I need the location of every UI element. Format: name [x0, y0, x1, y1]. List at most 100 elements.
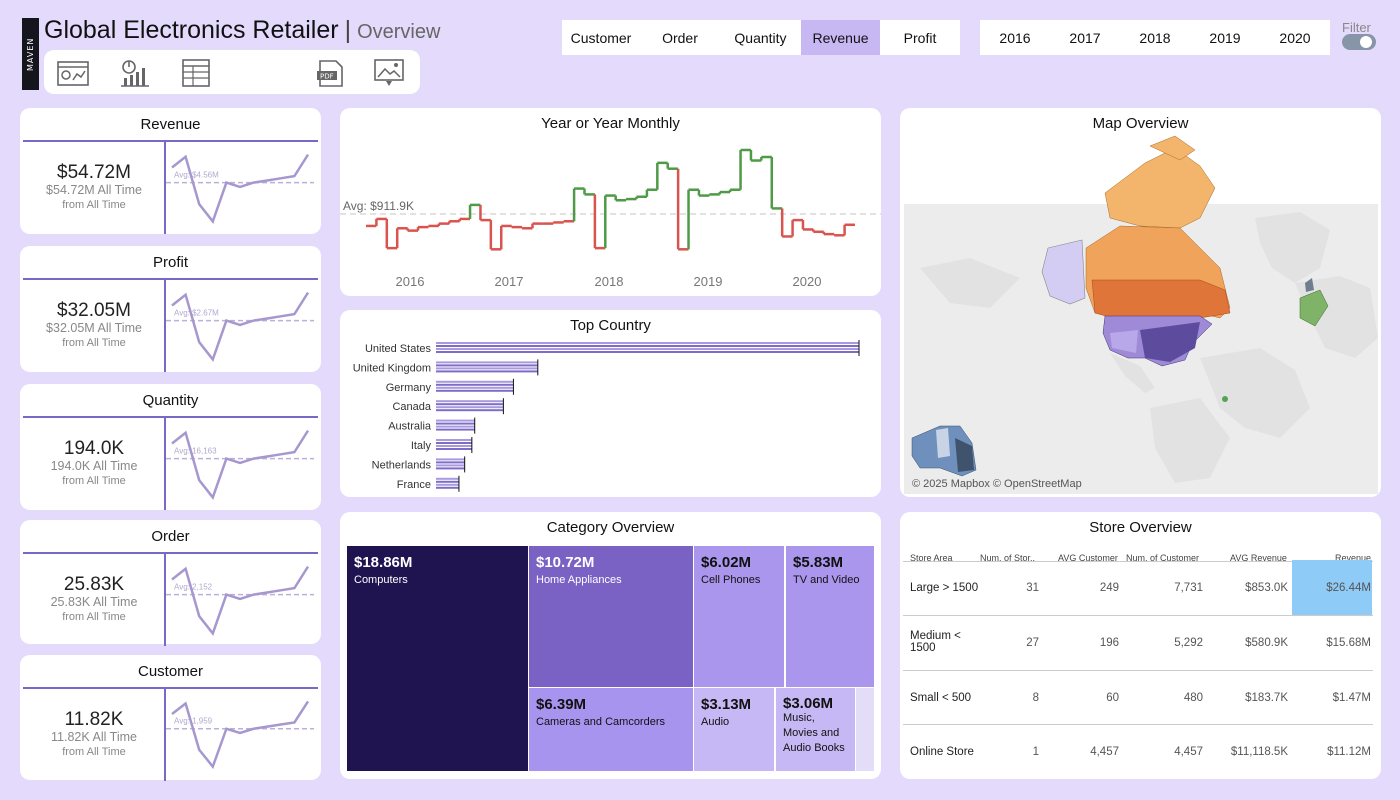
category-tile-cell-phones[interactable]: $6.02M Cell Phones: [694, 546, 784, 687]
pdf-download-icon[interactable]: PDF: [314, 58, 348, 88]
filter-toggle[interactable]: [1342, 34, 1376, 50]
top-country-panel: Top Country United States United Kingdom G…: [340, 310, 881, 497]
year-option-2020[interactable]: 2020: [1260, 20, 1330, 55]
table-report-icon[interactable]: [179, 58, 213, 88]
analytics-icon[interactable]: [118, 58, 152, 88]
category-title: Category Overview: [546, 519, 675, 536]
kpi-from: from All Time: [62, 199, 126, 211]
title-separator: |: [344, 16, 352, 44]
category-label: Canada: [392, 401, 431, 413]
category-value: $3.06M: [783, 695, 834, 712]
table-cell: $11.12M: [1327, 746, 1371, 758]
category-tile-home-appliances[interactable]: $10.72M Home Appliances: [529, 546, 693, 687]
table-cell: $853.0K: [1245, 582, 1288, 594]
category-tile-cameras[interactable]: $6.39M Cameras and Camcorders: [529, 688, 693, 771]
category-value: $6.02M: [701, 554, 752, 571]
category-tile-computers[interactable]: $18.86M Computers: [347, 546, 528, 771]
map-panel: Map Overview © 2025 Mapbox © OpenStreetM…: [900, 108, 1381, 497]
sparkline-path: [171, 291, 310, 362]
sparkline-path: [171, 153, 310, 224]
kpi-from: from All Time: [62, 746, 126, 758]
metric-option-revenue[interactable]: Revenue: [801, 20, 880, 55]
category-tile-music-movies[interactable]: $3.06M Music, Movies and Audio Books: [776, 688, 855, 771]
dashboard-icon[interactable]: [56, 58, 90, 88]
category-value: $10.72M: [536, 554, 595, 571]
kpi-value: $54.72M: [57, 162, 131, 183]
bar-stripe: [436, 380, 514, 383]
map-region-canada-north: [1104, 147, 1216, 229]
category-tile-audio[interactable]: $3.13M Audio: [694, 688, 774, 771]
bar-united-states: [436, 340, 860, 356]
bar-stripe: [436, 386, 514, 389]
bar-netherlands: [436, 456, 466, 473]
bar-stripe: [436, 442, 472, 444]
bar-stripe: [436, 370, 538, 373]
kpi-value: 25.83K: [63, 574, 125, 595]
category-value: $6.39M: [536, 696, 587, 713]
bar-stripe: [436, 445, 472, 447]
bar-stripe: [436, 477, 459, 480]
kpi-sparkline: Avg: 16,163: [166, 429, 314, 500]
table-cell: 4,457: [1174, 746, 1203, 758]
table-cell: Online Store: [910, 746, 974, 758]
year-option-2017[interactable]: 2017: [1050, 20, 1120, 55]
row-divider: [903, 724, 1373, 725]
year-option-2016[interactable]: 2016: [980, 20, 1050, 55]
avg-label: Avg: 1,959: [174, 717, 213, 726]
table-cell: 4,457: [1090, 746, 1119, 758]
metric-option-quantity[interactable]: Quantity: [720, 20, 801, 55]
bar-stripe: [436, 464, 465, 467]
kpi-title: Profit: [152, 254, 188, 271]
metric-option-profit[interactable]: Profit: [880, 20, 960, 55]
category-tile-tv-video[interactable]: $5.83M TV and Video: [786, 546, 874, 687]
image-download-icon[interactable]: [372, 58, 406, 88]
sparkline-path: [171, 565, 310, 636]
table-cell: Medium < 1500: [910, 630, 961, 654]
row-divider: [903, 670, 1373, 671]
category-label: Germany: [386, 382, 432, 394]
year-option-2019[interactable]: 2019: [1190, 20, 1260, 55]
kpi-from: from All Time: [62, 611, 126, 623]
kpi-title: Revenue: [140, 116, 201, 133]
metric-option-order[interactable]: Order: [640, 20, 720, 55]
table-cell: 196: [1099, 637, 1119, 649]
bar-germany: [436, 378, 514, 395]
kpi-from: from All Time: [62, 337, 126, 349]
kpi-all-time: $32.05M All Time: [46, 321, 142, 335]
bar-stripe: [436, 461, 465, 464]
table-cell: 8: [1032, 692, 1039, 704]
category-label: United States: [365, 343, 432, 355]
bar-stripe: [436, 486, 459, 489]
bar-stripe: [436, 467, 465, 470]
category-value: $18.86M: [354, 554, 413, 571]
category-label: Italy: [411, 440, 432, 452]
svg-text:PDF: PDF: [320, 73, 334, 81]
category-tile-other[interactable]: [856, 688, 874, 771]
filter-label: Filter: [1342, 20, 1371, 35]
x-tick-label: 2016: [396, 274, 425, 289]
metric-option-customer[interactable]: Customer: [562, 20, 640, 55]
table-cell: 60: [1106, 692, 1119, 704]
world-map[interactable]: [900, 108, 1381, 497]
table-cell: $11,118.5K: [1230, 746, 1288, 758]
bar-stripe: [436, 364, 538, 367]
bar-stripe: [436, 483, 459, 486]
kpi-card-quantity: Quantity 194.0K 194.0K All Time from All…: [20, 384, 321, 510]
table-cell: $580.9K: [1245, 637, 1288, 649]
kpi-value: $32.05M: [57, 300, 131, 321]
category-name: Computers: [354, 574, 408, 586]
year-option-2018[interactable]: 2018: [1120, 20, 1190, 55]
bar-italy: [436, 437, 473, 453]
table-cell: 5,292: [1174, 637, 1203, 649]
kpi-all-time: 194.0K All Time: [50, 459, 138, 473]
page-title-main: Global Electronics Retailer: [44, 16, 339, 44]
table-cell: 249: [1099, 582, 1119, 594]
page-title: Global Electronics Retailer | Overview: [44, 16, 440, 45]
sparkline-path: [171, 700, 310, 770]
filter-toggle-knob: [1360, 36, 1372, 48]
kpi-sparkline: Avg: 2,152: [166, 565, 314, 636]
kpi-title: Customer: [137, 663, 204, 680]
table-cell: 1: [1032, 746, 1039, 758]
table-cell: Small < 500: [910, 692, 972, 704]
avg-label: Avg: 2,152: [174, 583, 213, 592]
